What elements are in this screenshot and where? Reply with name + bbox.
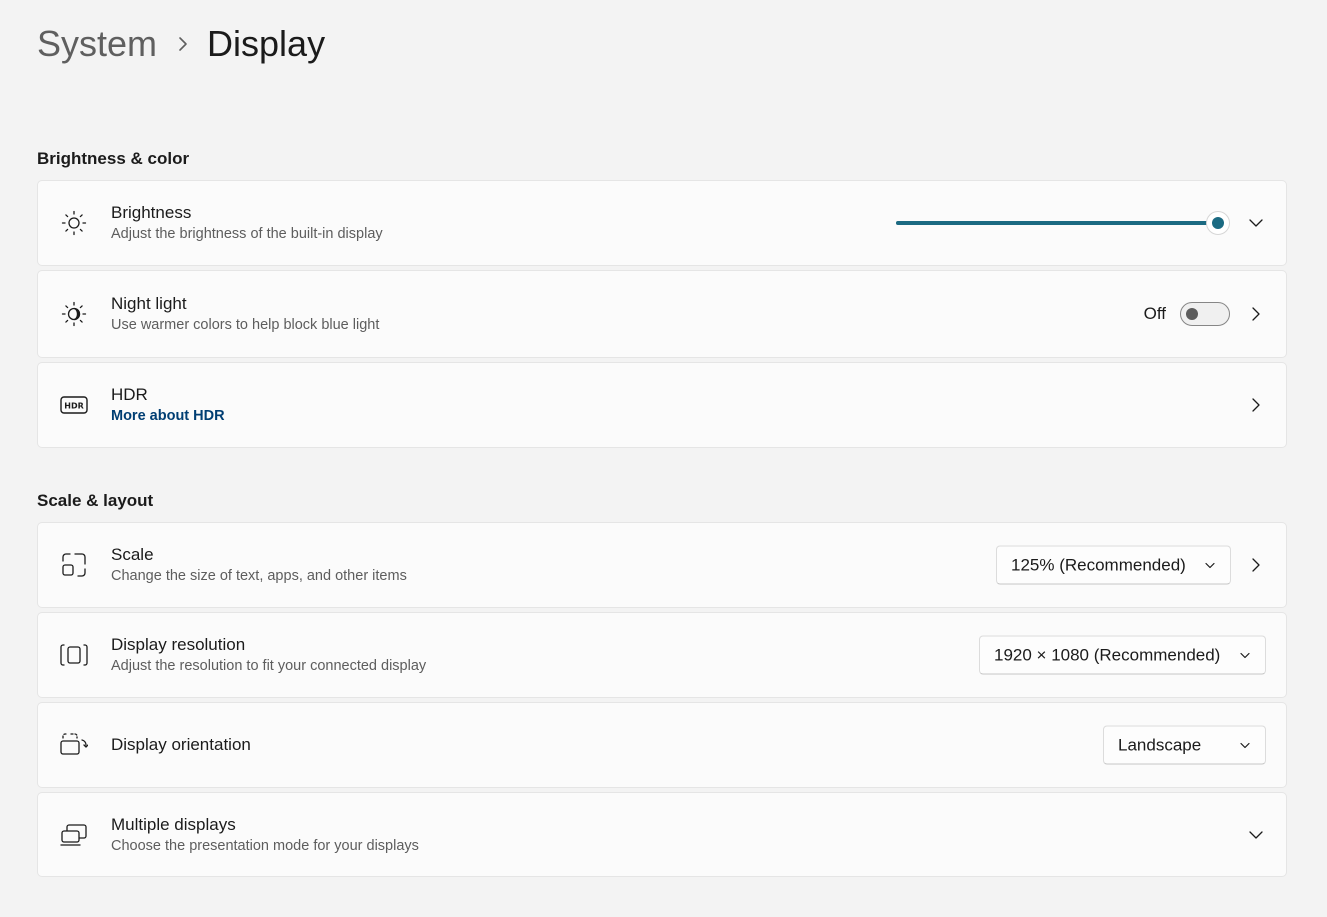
night-light-toggle[interactable]: [1180, 302, 1230, 326]
night-light-icon: [60, 300, 88, 328]
multiple-displays-title: Multiple displays: [111, 814, 236, 834]
scale-dropdown[interactable]: 125% (Recommended): [996, 545, 1231, 585]
scale-title: Scale: [111, 545, 154, 564]
section-title-scale-layout: Scale & layout: [37, 491, 154, 510]
multiple-displays-icon: [60, 821, 88, 849]
scale-description: Change the size of text, apps, and other…: [111, 568, 407, 584]
chevron-down-icon: [1239, 739, 1251, 751]
section-title-brightness-color: Brightness & color: [37, 149, 190, 168]
sun-icon: [60, 209, 88, 237]
resolution-icon: [60, 641, 88, 669]
brightness-title: Brightness: [111, 203, 192, 222]
hdr-icon: HDR: [60, 391, 88, 419]
orientation-dropdown[interactable]: Landscape: [1103, 725, 1266, 765]
multiple-displays-description: Choose the presentation mode for your di…: [111, 837, 419, 854]
display-resolution-title: Display resolution: [111, 635, 246, 654]
hdr-title: HDR: [111, 385, 148, 404]
slider-fill: [896, 221, 1218, 225]
page-title: Display: [207, 23, 326, 64]
resolution-dropdown-value: 1920 × 1080 (Recommended): [994, 645, 1221, 664]
expand-chevron-down-icon[interactable]: [1248, 827, 1264, 843]
more-about-hdr-link[interactable]: More about HDR: [111, 406, 225, 426]
svg-text:HDR: HDR: [64, 402, 84, 411]
breadcrumb: System Display: [37, 22, 325, 66]
chevron-down-icon: [1239, 649, 1251, 661]
display-orientation-title: Display orientation: [111, 735, 251, 754]
orientation-dropdown-value: Landscape: [1118, 735, 1202, 754]
night-light-description: Use warmer colors to help block blue lig…: [111, 317, 380, 333]
scale-card[interactable]: Scale Change the size of text, apps, and…: [37, 522, 1287, 608]
multiple-displays-card[interactable]: Multiple displays Choose the presentatio…: [37, 792, 1287, 877]
display-resolution-card[interactable]: Display resolution Adjust the resolution…: [37, 612, 1287, 698]
chevron-right-icon[interactable]: [1248, 306, 1264, 322]
display-orientation-card[interactable]: Display orientation Landscape: [37, 702, 1287, 788]
display-resolution-description: Adjust the resolution to fit your connec…: [111, 658, 427, 674]
night-light-state-label: Off: [1143, 304, 1166, 323]
orientation-icon: [60, 731, 88, 759]
resolution-dropdown[interactable]: 1920 × 1080 (Recommended): [979, 635, 1266, 675]
slider-thumb[interactable]: [1206, 211, 1230, 235]
night-light-card[interactable]: Night light Use warmer colors to help bl…: [37, 270, 1287, 358]
chevron-down-icon: [1204, 559, 1216, 571]
scale-icon: [60, 551, 88, 579]
breadcrumb-system-link[interactable]: System: [37, 22, 157, 66]
breadcrumb-chevron-icon: [177, 36, 189, 52]
expand-chevron-down-icon[interactable]: [1248, 215, 1264, 231]
brightness-slider[interactable]: [896, 211, 1230, 235]
chevron-right-icon[interactable]: [1248, 557, 1264, 573]
night-light-title: Night light: [111, 294, 187, 313]
brightness-description: Adjust the brightness of the built-in di…: [111, 226, 383, 242]
hdr-card[interactable]: HDR HDR More about HDR: [37, 362, 1287, 448]
chevron-right-icon[interactable]: [1248, 397, 1264, 413]
brightness-card[interactable]: Brightness Adjust the brightness of the …: [37, 180, 1287, 266]
scale-dropdown-value: 125% (Recommended): [1011, 555, 1186, 574]
